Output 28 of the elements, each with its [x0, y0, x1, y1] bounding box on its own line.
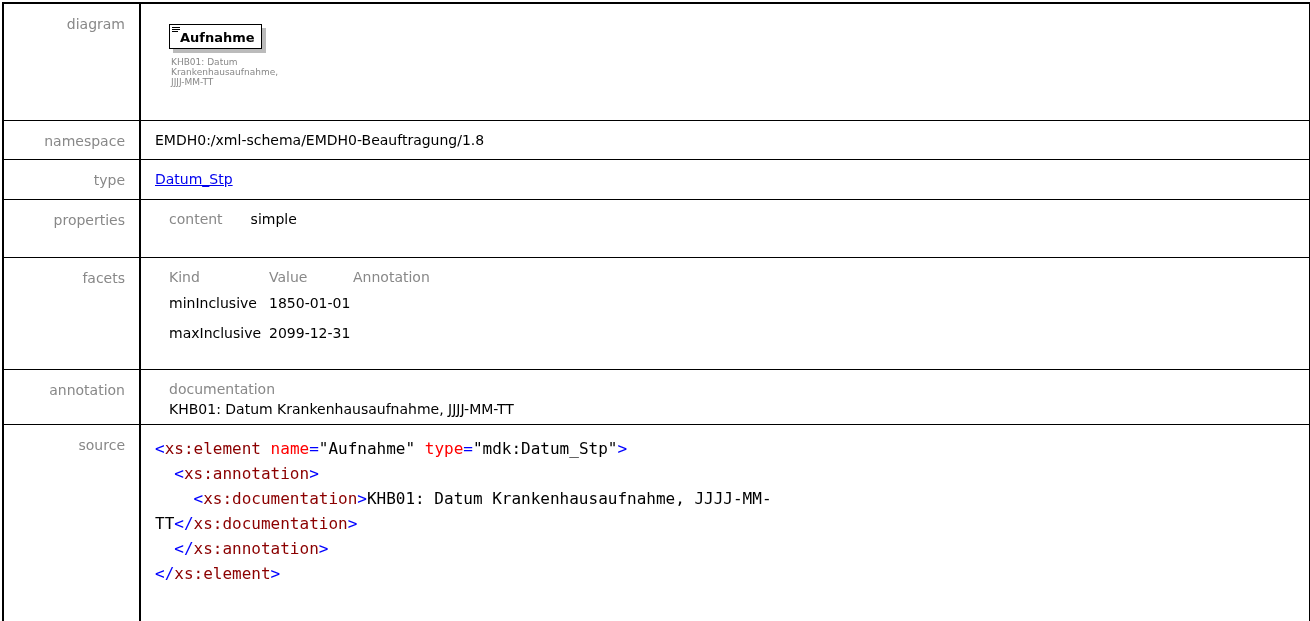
row-label: source [78, 437, 125, 453]
facet-kind: minInclusive [169, 294, 258, 313]
row-label: namespace [44, 133, 125, 149]
column-header: Annotation [353, 269, 431, 285]
annotation-heading: documentation [169, 381, 276, 397]
row-label: diagram [66, 16, 125, 32]
code-line: <xs:annotation> [173, 463, 319, 485]
code-line: TT</xs:documentation> [155, 513, 358, 535]
row-label: type [93, 172, 125, 188]
code-line: </xs:annotation> [173, 538, 329, 560]
code-line: <xs:element name="Aufnahme" type="mdk:Datum_Stp"> [155, 438, 628, 460]
column-header: Kind [169, 269, 201, 285]
property-value: simple [250, 211, 297, 227]
row-label: annotation [49, 382, 125, 398]
facet-kind: maxInclusive [169, 324, 263, 343]
property-name: content [169, 211, 223, 227]
documentation-text: KHB01: Datum Krankenhausaufnahme, JJJJ-MM-TT [169, 401, 514, 417]
facet-value: 1850-01-01 [269, 295, 352, 311]
namespace-value: EMDH0:/xml-schema/EMDH0-Beauftragung/1.8 [155, 132, 485, 148]
element-caption: KHB01: Datum Krankenhausaufnahme, JJJJ-MM-TT [171, 57, 280, 87]
row-label: properties [53, 212, 125, 228]
facet-value: 2099-12-31 [269, 325, 352, 341]
row-label: facets [82, 270, 125, 286]
type-link[interactable]: Datum_Stp [155, 171, 233, 187]
lines-icon [172, 27, 180, 33]
code-line: </xs:element> [155, 563, 281, 585]
code-line: <xs:documentation>KHB01: Datum Krankenhausaufnahme, JJJJ-MM- [192, 488, 772, 510]
column-header: Value [269, 269, 309, 285]
